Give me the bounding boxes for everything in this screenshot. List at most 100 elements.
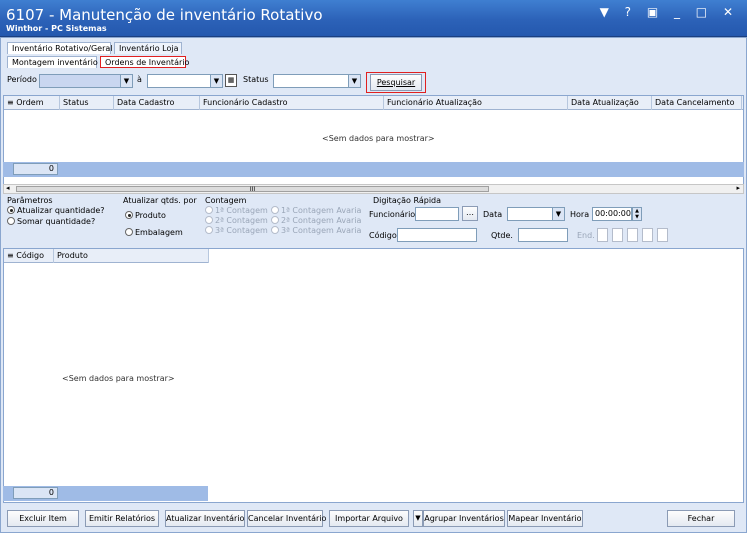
hora-input[interactable]: 00:00:00	[592, 207, 632, 221]
col-ordem-label: Ordem	[16, 98, 44, 107]
tab-inventario-loja[interactable]: Inventário Loja	[114, 42, 182, 54]
avaria-1-label: 1ª Contagem Avaria	[281, 206, 362, 215]
radio-avaria-3[interactable]: 3ª Contagem Avaria	[271, 226, 361, 235]
quick-entry-title: Digitação Rápida	[373, 196, 442, 205]
avaria-3-label: 3ª Contagem Avaria	[281, 226, 362, 235]
chevron-down-icon[interactable]: ▼	[552, 208, 564, 220]
periodo-label: Período	[7, 75, 37, 84]
funcionario-lookup-button[interactable]: …	[462, 206, 478, 221]
contagem-1-label: 1ª Contagem	[215, 206, 268, 215]
funcionario-label: Funcionário	[369, 210, 416, 219]
bottom-button-bar: Excluir Item Emitir Relatórios Atualizar…	[3, 508, 744, 532]
radio-atualizar-quantidade[interactable]: Atualizar quantidade?	[7, 206, 105, 215]
chevron-down-icon[interactable]: ▼	[348, 75, 360, 87]
products-grid[interactable]: ≡ Código Produto <Sem dados para mostrar…	[3, 248, 744, 503]
scroll-right-icon[interactable]: ▸	[736, 184, 740, 192]
col-data-atualizacao[interactable]: Data Atualização	[568, 96, 652, 110]
col-data-cancelamento[interactable]: Data Cancelamento	[652, 96, 742, 110]
col-codigo-label: Código	[16, 251, 45, 260]
end-field-3[interactable]	[627, 228, 638, 242]
data-combo[interactable]: ▼	[507, 207, 565, 221]
contagem-3-label: 3ª Contagem	[215, 226, 268, 235]
atualizar-inventario-button[interactable]: Atualizar Inventário	[165, 510, 245, 527]
horizontal-scrollbar[interactable]: ◂ III ▸	[3, 184, 744, 194]
window-title: 6107 - Manutenção de inventário Rotativo	[6, 6, 323, 24]
end-field-4[interactable]	[642, 228, 653, 242]
products-grid-footer: 0	[3, 486, 208, 501]
emitir-relatorios-button[interactable]: Emitir Relatórios	[85, 510, 159, 527]
products-count: 0	[13, 487, 58, 499]
agrupar-dropdown-arrow[interactable]: ▼	[413, 510, 423, 527]
hora-spinner[interactable]: ▲ ▼	[632, 207, 642, 221]
mapear-inventario-button[interactable]: Mapear Inventário	[507, 510, 583, 527]
calendar-icon[interactable]: ▦	[225, 74, 237, 87]
col-data-cadastro[interactable]: Data Cadastro	[114, 96, 200, 110]
radio-dot-icon	[271, 216, 279, 224]
tab-montagem-inventario[interactable]: Montagem inventário	[7, 56, 98, 68]
funcionario-input[interactable]	[415, 207, 459, 221]
status-combo[interactable]: ▼	[273, 74, 361, 88]
sub-tab-row: Montagem inventário Ordens de Inventário	[7, 56, 207, 68]
contagem-title: Contagem	[205, 196, 247, 205]
top-tab-row: Inventário Rotativo/Geral Inventário Loj…	[7, 42, 207, 54]
pesquisar-button[interactable]: Pesquisar	[370, 74, 422, 91]
radio-avaria-2[interactable]: 2ª Contagem Avaria	[271, 216, 361, 225]
filter-bar: Período ▼ à ▼ ▦ Status ▼ Pesquisar	[3, 72, 744, 93]
radio-contagem-3[interactable]: 3ª Contagem	[205, 226, 268, 235]
orders-grid-header: ≡ Ordem Status Data Cadastro Funcionário…	[4, 96, 743, 110]
cancelar-inventario-button[interactable]: Cancelar Inventário	[247, 510, 326, 527]
radio-dot-icon	[7, 206, 15, 214]
a-label: à	[137, 75, 142, 84]
scroll-left-icon[interactable]: ◂	[6, 184, 10, 192]
col-ordem[interactable]: ≡ Ordem	[4, 96, 60, 110]
scroll-thumb[interactable]: III	[16, 186, 489, 193]
agrupar-inventarios-button[interactable]: Agrupar Inventários	[423, 510, 505, 527]
chevron-down-icon[interactable]: ▼	[120, 75, 132, 87]
end-field-1[interactable]	[597, 228, 608, 242]
radio-dot-icon	[271, 206, 279, 214]
radio-dot-icon	[125, 211, 133, 219]
params-title: Parâmetros	[7, 196, 53, 205]
status-label: Status	[243, 75, 269, 84]
radio-embalagem-label: Embalagem	[135, 228, 183, 237]
chevron-down-icon[interactable]: ▼	[210, 75, 222, 87]
pesquisar-label: Pesquisar	[376, 78, 416, 87]
radio-dot-icon	[271, 226, 279, 234]
radio-dot-icon	[7, 217, 15, 225]
codigo-input[interactable]	[397, 228, 477, 242]
excluir-item-button[interactable]: Excluir Item	[7, 510, 79, 527]
products-grid-header: ≡ Código Produto	[4, 249, 209, 263]
qtde-input[interactable]	[518, 228, 568, 242]
radio-contagem-1[interactable]: 1ª Contagem	[205, 206, 268, 215]
periodo-end-combo[interactable]: ▼	[147, 74, 223, 88]
products-empty-text: <Sem dados para mostrar>	[62, 374, 175, 383]
col-status[interactable]: Status	[60, 96, 114, 110]
window-controls[interactable]: ▼ ? ▣ _ □ ✕	[600, 5, 739, 19]
tab-inventario-rotativo[interactable]: Inventário Rotativo/Geral	[7, 42, 113, 54]
radio-dot-icon	[205, 226, 213, 234]
radio-dot-icon	[205, 216, 213, 224]
hora-label: Hora	[570, 210, 590, 219]
radio-contagem-2[interactable]: 2ª Contagem	[205, 216, 268, 225]
col-produto[interactable]: Produto	[54, 249, 209, 263]
radio-somar-quantidade[interactable]: Somar quantidade?	[7, 217, 95, 226]
window-subtitle: Winthor - PC Sistemas	[6, 24, 107, 33]
radio-embalagem[interactable]: Embalagem	[125, 228, 183, 237]
periodo-start-combo[interactable]: ▼	[39, 74, 133, 88]
end-field-2[interactable]	[612, 228, 623, 242]
data-label: Data	[483, 210, 503, 219]
radio-produto-label: Produto	[135, 211, 166, 220]
update-by-title: Atualizar qtds. por	[123, 196, 197, 205]
importar-arquivo-button[interactable]: Importar Arquivo	[329, 510, 409, 527]
contagem-2-label: 2ª Contagem	[215, 216, 268, 225]
radio-avaria-1[interactable]: 1ª Contagem Avaria	[271, 206, 361, 215]
end-field-5[interactable]	[657, 228, 668, 242]
col-codigo[interactable]: ≡ Código	[4, 249, 54, 263]
col-funcionario-cadastro[interactable]: Funcionário Cadastro	[200, 96, 384, 110]
end-label: End.	[577, 231, 595, 240]
fechar-button[interactable]: Fechar	[667, 510, 735, 527]
radio-produto[interactable]: Produto	[125, 211, 166, 220]
tab-ordens-inventario[interactable]: Ordens de Inventário	[100, 56, 189, 68]
codigo-label: Código	[369, 231, 397, 240]
col-funcionario-atualizacao[interactable]: Funcionário Atualização	[384, 96, 568, 110]
